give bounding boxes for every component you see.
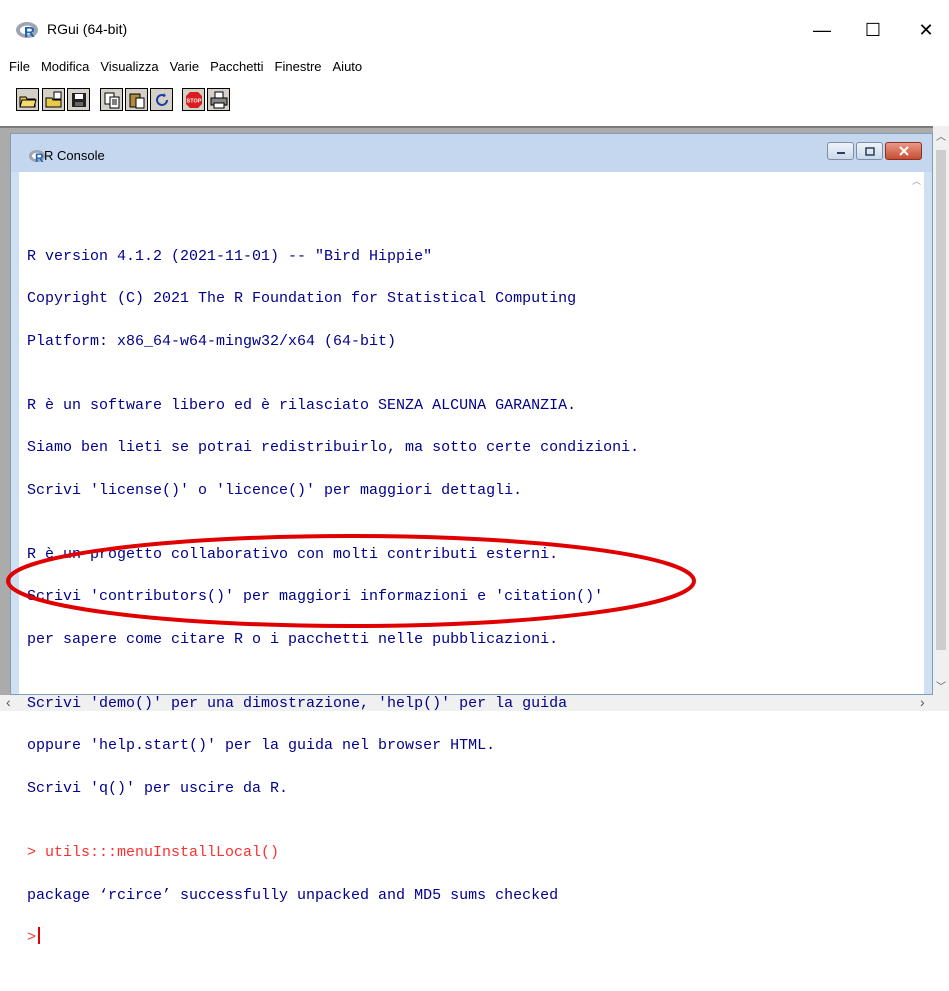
r-logo-icon: R xyxy=(16,22,38,39)
console-line: Scrivi 'q()' per uscire da R. xyxy=(27,780,289,798)
console-line: Platform: x86_64-w64-mingw32/x64 (64-bit… xyxy=(27,332,397,350)
copy-button[interactable] xyxy=(100,88,123,111)
svg-text:R: R xyxy=(35,151,44,163)
console-line: per sapere come citare R o i pacchetti n… xyxy=(27,630,559,648)
console-title: R Console xyxy=(44,148,105,163)
console-line: package ‘rcirce’ successfully unpacked a… xyxy=(27,886,559,904)
console-line: Scrivi 'contributors()' per maggiori inf… xyxy=(27,588,604,606)
r-console-window[interactable]: R R Console R version 4.1.2 (2021-11-01)… xyxy=(10,133,933,946)
open-script-button[interactable] xyxy=(16,88,39,111)
mdi-scroll-thumb[interactable] xyxy=(936,150,946,650)
menu-finestre[interactable]: Finestre xyxy=(275,59,322,74)
console-line: oppure 'help.start()' per la guida nel b… xyxy=(27,737,496,755)
console-vertical-scrollbar[interactable]: ︿ xyxy=(909,172,924,694)
menu-bar: File Modifica Visualizza Varie Pacchetti… xyxy=(0,54,949,78)
save-icon xyxy=(71,92,86,107)
console-line: Copyright (C) 2021 The R Foundation for … xyxy=(27,290,577,308)
menu-file[interactable]: File xyxy=(9,59,30,74)
console-line: Scrivi 'license()' o 'licence()' per mag… xyxy=(27,481,523,499)
minimize-icon xyxy=(836,152,845,154)
menu-pacchetti[interactable]: Pacchetti xyxy=(210,59,263,74)
refresh-icon xyxy=(155,92,168,106)
svg-text:R: R xyxy=(24,24,35,39)
stop-icon: STOP xyxy=(185,91,202,108)
refresh-button[interactable] xyxy=(150,88,173,111)
menu-varie[interactable]: Varie xyxy=(170,59,199,74)
restore-icon xyxy=(864,146,875,156)
console-prompt: > xyxy=(27,929,37,947)
console-line: Siamo ben lieti se potrai redistribuirlo… xyxy=(27,439,640,457)
print-button[interactable] xyxy=(207,88,230,111)
text-cursor xyxy=(38,927,41,945)
close-icon xyxy=(898,146,909,156)
console-line: R è un progetto collaborativo con molti … xyxy=(27,545,559,563)
save-button[interactable] xyxy=(67,88,90,111)
scroll-up-icon[interactable]: ︿ xyxy=(936,128,946,143)
mdi-divider xyxy=(0,126,949,128)
console-output-area[interactable]: R version 4.1.2 (2021-11-01) -- "Bird Hi… xyxy=(19,172,924,946)
stop-button[interactable]: STOP xyxy=(182,88,205,111)
console-command-line: > utils:::menuInstallLocal() xyxy=(27,843,280,861)
toolbar: STOP xyxy=(0,78,949,126)
scroll-right-icon[interactable]: › xyxy=(920,694,925,710)
svg-text:STOP: STOP xyxy=(186,98,201,104)
scroll-left-icon[interactable]: ‹ xyxy=(6,694,11,710)
menu-aiuto[interactable]: Aiuto xyxy=(333,59,363,74)
paste-button[interactable] xyxy=(125,88,148,111)
menu-visualizza[interactable]: Visualizza xyxy=(100,59,158,74)
window-title: RGui (64-bit) xyxy=(47,21,128,37)
open-folder-icon xyxy=(18,96,37,107)
window-title-bar[interactable]: R RGui (64-bit) — ☐ ✕ xyxy=(0,0,949,54)
copy-icon xyxy=(104,92,119,108)
console-minimize-button[interactable] xyxy=(827,142,854,160)
console-text: R version 4.1.2 (2021-11-01) -- "Bird Hi… xyxy=(27,203,639,991)
scroll-down-icon[interactable]: ﹀ xyxy=(936,678,946,693)
menu-modifica[interactable]: Modifica xyxy=(41,59,89,74)
console-maximize-button[interactable] xyxy=(856,142,883,160)
console-close-button[interactable] xyxy=(885,142,922,160)
close-button[interactable]: ✕ xyxy=(903,10,949,50)
paste-icon xyxy=(129,93,144,108)
load-workspace-button[interactable] xyxy=(42,88,65,111)
load-workspace-icon xyxy=(45,91,61,107)
minimize-button[interactable]: — xyxy=(799,10,845,50)
console-title-bar[interactable]: R R Console xyxy=(11,134,932,172)
console-prompt-line[interactable]: > xyxy=(27,927,639,948)
console-scroll-up-icon[interactable]: ︿ xyxy=(912,174,921,187)
console-line: R version 4.1.2 (2021-11-01) -- "Bird Hi… xyxy=(27,247,433,265)
console-line: R è un software libero ed è rilasciato S… xyxy=(27,396,577,414)
print-icon xyxy=(210,91,227,108)
maximize-button[interactable]: ☐ xyxy=(850,10,896,50)
